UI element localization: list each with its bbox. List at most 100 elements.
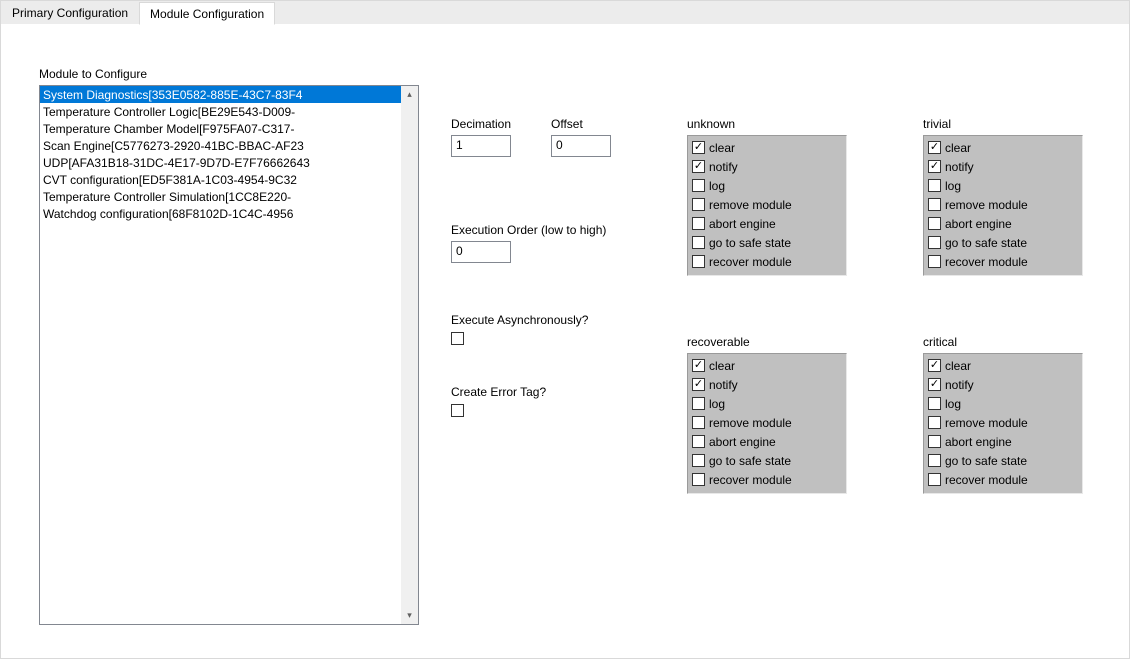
group-critical-label: critical <box>923 335 957 349</box>
tab-content: Module to Configure System Diagnostics[3… <box>1 25 1129 657</box>
option-label: notify <box>709 160 738 174</box>
option-row: abort engine <box>928 214 1078 233</box>
tab-primary-configuration[interactable]: Primary Configuration <box>1 1 139 24</box>
critical-clear-checkbox[interactable] <box>928 359 941 372</box>
list-item[interactable]: Scan Engine[C5776273-2920-41BC-BBAC-AF23 <box>40 137 401 154</box>
option-row: log <box>928 176 1078 195</box>
unknown-log-checkbox[interactable] <box>692 179 705 192</box>
offset-label: Offset <box>551 117 583 131</box>
group-unknown-label: unknown <box>687 117 735 131</box>
critical-recover-module-checkbox[interactable] <box>928 473 941 486</box>
list-item[interactable]: Watchdog configuration[68F8102D-1C4C-495… <box>40 205 401 222</box>
option-label: notify <box>709 378 738 392</box>
config-window: Primary Configuration Module Configurati… <box>0 0 1130 659</box>
option-row: remove module <box>928 195 1078 214</box>
trivial-remove-module-checkbox[interactable] <box>928 198 941 211</box>
option-row: abort engine <box>692 432 842 451</box>
option-row: recover module <box>692 470 842 489</box>
option-row: go to safe state <box>692 233 842 252</box>
option-label: clear <box>945 359 971 373</box>
option-label: remove module <box>945 416 1028 430</box>
list-item[interactable]: Temperature Controller Logic[BE29E543-D0… <box>40 103 401 120</box>
option-row: clear <box>928 138 1078 157</box>
option-label: log <box>709 179 725 193</box>
decimation-label: Decimation <box>451 117 511 131</box>
option-row: log <box>692 394 842 413</box>
option-label: abort engine <box>709 435 776 449</box>
option-label: notify <box>945 378 974 392</box>
recoverable-go-to-safe-state-checkbox[interactable] <box>692 454 705 467</box>
list-item[interactable]: System Diagnostics[353E0582-885E-43C7-83… <box>40 86 401 103</box>
offset-input[interactable]: 0 <box>551 135 611 157</box>
recoverable-clear-checkbox[interactable] <box>692 359 705 372</box>
recoverable-recover-module-checkbox[interactable] <box>692 473 705 486</box>
execution-order-input[interactable]: 0 <box>451 241 511 263</box>
trivial-log-checkbox[interactable] <box>928 179 941 192</box>
scroll-up-icon[interactable]: ▴ <box>401 86 418 103</box>
create-error-tag-label: Create Error Tag? <box>451 385 546 399</box>
unknown-go-to-safe-state-checkbox[interactable] <box>692 236 705 249</box>
module-list-scrollbar[interactable]: ▴ ▾ <box>401 86 418 624</box>
option-label: go to safe state <box>709 236 791 250</box>
option-row: recover module <box>692 252 842 271</box>
option-label: notify <box>945 160 974 174</box>
critical-go-to-safe-state-checkbox[interactable] <box>928 454 941 467</box>
module-list-label: Module to Configure <box>39 67 147 81</box>
module-listbox[interactable]: System Diagnostics[353E0582-885E-43C7-83… <box>39 85 419 625</box>
option-label: log <box>945 179 961 193</box>
recoverable-remove-module-checkbox[interactable] <box>692 416 705 429</box>
unknown-abort-engine-checkbox[interactable] <box>692 217 705 230</box>
option-label: go to safe state <box>945 454 1027 468</box>
option-label: log <box>945 397 961 411</box>
option-label: clear <box>709 141 735 155</box>
critical-log-checkbox[interactable] <box>928 397 941 410</box>
option-row: notify <box>928 375 1078 394</box>
group-recoverable: clearnotifylogremove moduleabort engineg… <box>687 353 847 494</box>
option-row: go to safe state <box>928 451 1078 470</box>
option-row: go to safe state <box>692 451 842 470</box>
option-row: remove module <box>928 413 1078 432</box>
group-unknown: clear notify log remove module abort engine g… <box>687 135 847 276</box>
recoverable-notify-checkbox[interactable] <box>692 378 705 391</box>
unknown-recover-module-checkbox[interactable] <box>692 255 705 268</box>
option-row: notify <box>692 157 842 176</box>
option-label: log <box>709 397 725 411</box>
option-label: go to safe state <box>945 236 1027 250</box>
critical-notify-checkbox[interactable] <box>928 378 941 391</box>
execute-async-label: Execute Asynchronously? <box>451 313 588 327</box>
group-trivial-label: trivial <box>923 117 951 131</box>
trivial-abort-engine-checkbox[interactable] <box>928 217 941 230</box>
create-error-tag-checkbox[interactable] <box>451 404 464 417</box>
option-label: clear <box>945 141 971 155</box>
option-label: abort engine <box>709 217 776 231</box>
trivial-notify-checkbox[interactable] <box>928 160 941 173</box>
list-item[interactable]: Temperature Chamber Model[F975FA07-C317- <box>40 120 401 137</box>
option-row: log <box>692 176 842 195</box>
option-row: remove module <box>692 195 842 214</box>
option-label: go to safe state <box>709 454 791 468</box>
option-label: recover module <box>709 473 792 487</box>
unknown-remove-module-checkbox[interactable] <box>692 198 705 211</box>
list-item[interactable]: UDP[AFA31B18-31DC-4E17-9D7D-E7F76662643 <box>40 154 401 171</box>
decimation-input[interactable]: 1 <box>451 135 511 157</box>
critical-abort-engine-checkbox[interactable] <box>928 435 941 448</box>
recoverable-log-checkbox[interactable] <box>692 397 705 410</box>
option-label: abort engine <box>945 217 1012 231</box>
tab-module-configuration[interactable]: Module Configuration <box>139 2 275 25</box>
trivial-recover-module-checkbox[interactable] <box>928 255 941 268</box>
option-row: clear <box>692 138 842 157</box>
execute-async-checkbox[interactable] <box>451 332 464 345</box>
tabstrip: Primary Configuration Module Configurati… <box>1 1 1129 25</box>
unknown-notify-checkbox[interactable] <box>692 160 705 173</box>
recoverable-abort-engine-checkbox[interactable] <box>692 435 705 448</box>
trivial-clear-checkbox[interactable] <box>928 141 941 154</box>
critical-remove-module-checkbox[interactable] <box>928 416 941 429</box>
option-row: go to safe state <box>928 233 1078 252</box>
list-item[interactable]: Temperature Controller Simulation[1CC8E2… <box>40 188 401 205</box>
trivial-go-to-safe-state-checkbox[interactable] <box>928 236 941 249</box>
option-row: clear <box>928 356 1078 375</box>
list-item[interactable]: CVT configuration[ED5F381A-1C03-4954-9C3… <box>40 171 401 188</box>
unknown-clear-checkbox[interactable] <box>692 141 705 154</box>
option-row: notify <box>692 375 842 394</box>
scroll-down-icon[interactable]: ▾ <box>401 607 418 624</box>
